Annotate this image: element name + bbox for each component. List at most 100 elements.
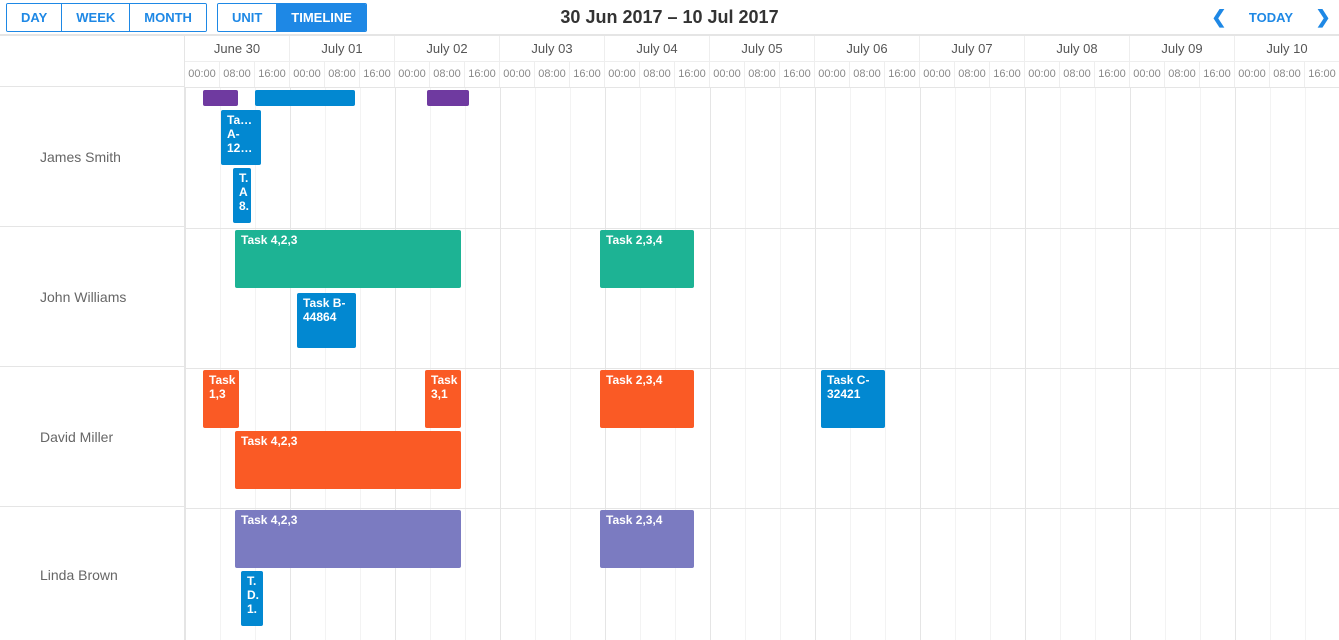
grid-vline: [465, 88, 466, 640]
date-header-cell: July 02: [395, 36, 500, 61]
hour-header-cell: 08:00: [640, 62, 675, 87]
grid-vline: [220, 88, 221, 640]
hour-header-cell: 00:00: [290, 62, 325, 87]
date-header-cell: July 01: [290, 36, 395, 61]
grid-vline: [745, 88, 746, 640]
grid-vline: [1165, 88, 1166, 640]
timeline-event[interactable]: T. A 8.: [233, 168, 251, 223]
event-label: Task C-32421: [827, 373, 869, 401]
event-label: Task 4,2,3: [241, 434, 297, 448]
timeline-event[interactable]: [255, 90, 355, 106]
resource-name: David Miller: [40, 429, 113, 445]
resource-row: Linda Brown: [0, 507, 184, 640]
mode-timeline-button[interactable]: TIMELINE: [277, 4, 366, 31]
grid-vline: [570, 88, 571, 640]
timeline-event[interactable]: T. D. 1.: [241, 571, 263, 626]
date-nav: ❮ TODAY ❯: [1209, 7, 1333, 27]
date-header-cell: June 30: [185, 36, 290, 61]
mode-unit-button[interactable]: UNIT: [218, 4, 277, 31]
timeline-event[interactable]: [203, 90, 238, 106]
grid-hline: [185, 228, 1339, 229]
timeline-grid: Ta… A-12… T. A 8. Task 4,2,3 Task 2,3,4 Task…: [185, 88, 1339, 640]
hour-header-cell: 16:00: [990, 62, 1025, 87]
grid-vline: [990, 88, 991, 640]
hour-header-cell: 16:00: [1305, 62, 1339, 87]
hour-header-cell: 08:00: [1270, 62, 1305, 87]
grid-vline: [815, 88, 816, 640]
grid-vline: [1060, 88, 1061, 640]
hour-header-cell: 16:00: [465, 62, 500, 87]
event-label: Task 2,3,4: [606, 233, 662, 247]
timeline-event[interactable]: Task 4,2,3: [235, 510, 461, 568]
hour-header-cell: 08:00: [850, 62, 885, 87]
timeline-event[interactable]: Task 3,1: [425, 370, 461, 428]
grid-hline: [185, 508, 1339, 509]
grid-vline: [1025, 88, 1026, 640]
hour-header-cell: 00:00: [395, 62, 430, 87]
grid-vline: [850, 88, 851, 640]
hour-header-cell: 16:00: [255, 62, 290, 87]
date-range-label: 30 Jun 2017 – 10 Jul 2017: [560, 7, 778, 28]
grid-hline: [185, 368, 1339, 369]
timeline-event[interactable]: Task 2,3,4: [600, 510, 694, 568]
resource-name: Linda Brown: [40, 567, 118, 583]
event-label: Task 3,1: [431, 373, 457, 401]
hour-header-cell: 00:00: [1130, 62, 1165, 87]
timeline-event[interactable]: Task C-32421: [821, 370, 885, 428]
event-label: Task 1,3: [209, 373, 235, 401]
chevron-left-icon: ❮: [1211, 7, 1226, 28]
view-range-group: DAY WEEK MONTH: [6, 3, 207, 32]
timeline-event[interactable]: [427, 90, 469, 106]
date-header-cell: July 10: [1235, 36, 1339, 61]
hour-header-cell: 08:00: [220, 62, 255, 87]
hour-header-cell: 16:00: [885, 62, 920, 87]
view-month-button[interactable]: MONTH: [130, 4, 206, 31]
view-day-button[interactable]: DAY: [7, 4, 62, 31]
grid-vline: [1235, 88, 1236, 640]
event-label: Task 2,3,4: [606, 373, 662, 387]
hour-header-cell: 08:00: [955, 62, 990, 87]
date-header-cell: July 08: [1025, 36, 1130, 61]
next-button[interactable]: ❯: [1313, 7, 1333, 27]
grid-vline: [710, 88, 711, 640]
grid-vline: [1095, 88, 1096, 640]
view-mode-group: UNIT TIMELINE: [217, 3, 367, 32]
resource-row: David Miller: [0, 367, 184, 507]
timeline-event[interactable]: Task 2,3,4: [600, 230, 694, 288]
timeline-event[interactable]: Task B-44864: [297, 293, 356, 348]
timeline-event[interactable]: Task 4,2,3: [235, 431, 461, 489]
hour-header-cell: 16:00: [780, 62, 815, 87]
event-label: Ta… A-12…: [227, 113, 252, 155]
hour-header-cell: 08:00: [1060, 62, 1095, 87]
toolbar: DAY WEEK MONTH UNIT TIMELINE 30 Jun 2017…: [0, 0, 1339, 35]
view-week-button[interactable]: WEEK: [62, 4, 130, 31]
hour-header-cell: 00:00: [605, 62, 640, 87]
hour-header: 00:0008:0016:0000:0008:0016:0000:0008:00…: [185, 62, 1339, 88]
hour-header-cell: 16:00: [1095, 62, 1130, 87]
timeline-event[interactable]: Task 2,3,4: [600, 370, 694, 428]
resource-header: [0, 36, 184, 87]
timeline-event[interactable]: Task 1,3: [203, 370, 239, 428]
resource-row: James Smith: [0, 87, 184, 227]
grid-vline: [1130, 88, 1131, 640]
date-header-cell: July 03: [500, 36, 605, 61]
hour-header-cell: 00:00: [1235, 62, 1270, 87]
chevron-right-icon: ❯: [1315, 7, 1330, 28]
grid-vline: [1270, 88, 1271, 640]
date-header-cell: July 09: [1130, 36, 1235, 61]
timeline-event[interactable]: Task 4,2,3: [235, 230, 461, 288]
today-button[interactable]: TODAY: [1249, 10, 1293, 25]
timeline-event[interactable]: Ta… A-12…: [221, 110, 261, 165]
grid-vline: [1305, 88, 1306, 640]
grid-vline: [780, 88, 781, 640]
hour-header-cell: 00:00: [1025, 62, 1060, 87]
hour-header-cell: 08:00: [1165, 62, 1200, 87]
grid-vline: [955, 88, 956, 640]
timeline-column: June 30July 01July 02July 03July 04July …: [185, 36, 1339, 640]
hour-header-cell: 08:00: [745, 62, 780, 87]
date-header-cell: July 06: [815, 36, 920, 61]
prev-button[interactable]: ❮: [1209, 7, 1229, 27]
resource-name: James Smith: [40, 149, 121, 165]
grid-vline: [885, 88, 886, 640]
event-label: Task B-44864: [303, 296, 345, 324]
